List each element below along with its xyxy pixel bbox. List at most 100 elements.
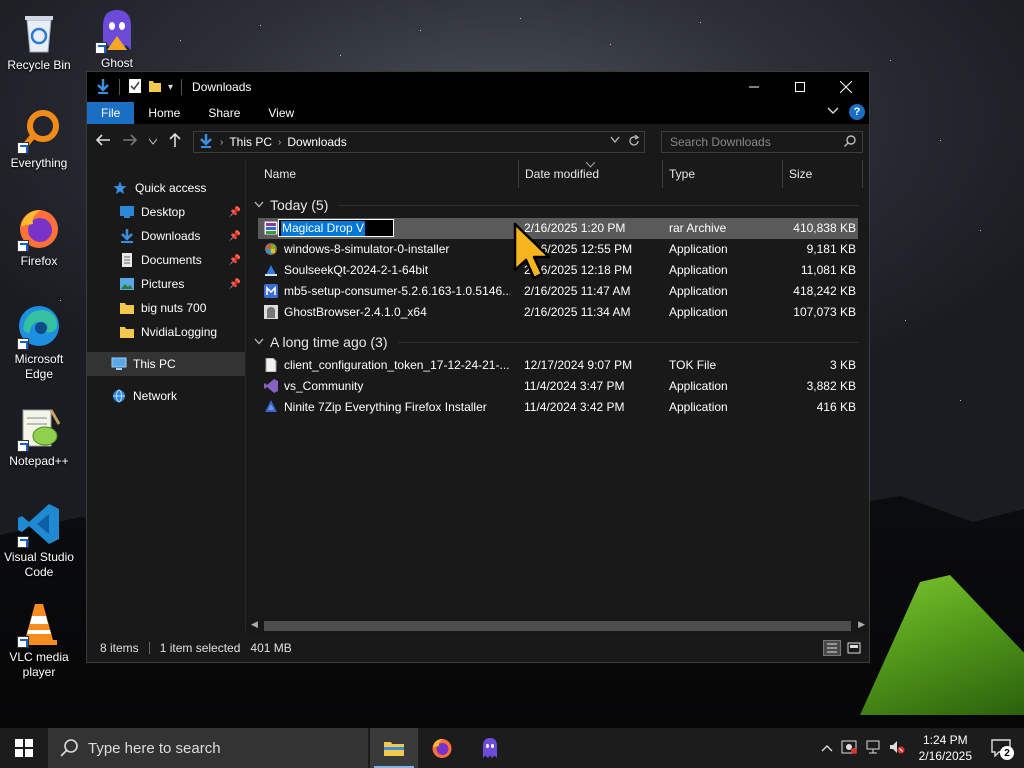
column-header-name[interactable]: Name	[264, 167, 296, 181]
column-header-size[interactable]: Size	[789, 167, 812, 181]
file-row[interactable]: client_configuration_token_17-12-24-21-.…	[258, 355, 858, 376]
ghost-browser-icon	[483, 738, 497, 758]
tab-view[interactable]: View	[254, 102, 308, 124]
scrollbar-thumb[interactable]	[264, 621, 851, 631]
file-row-magical-drop-v[interactable]: Magical Drop V 2/16/2025 1:20 PM rar Arc…	[258, 218, 858, 239]
file-date: 2/16/2025 11:34 AM	[524, 305, 631, 319]
scroll-right-icon[interactable]: ▶	[858, 619, 865, 630]
tab-home[interactable]: Home	[134, 102, 194, 124]
nav-item-pictures[interactable]: Pictures 📌	[87, 272, 245, 296]
properties-icon[interactable]	[128, 78, 142, 97]
title-bar[interactable]: ▾ Downloads	[87, 72, 869, 102]
scroll-left-icon[interactable]: ◀	[251, 619, 258, 630]
column-divider[interactable]	[518, 160, 519, 188]
group-header-a-long-time-ago[interactable]: A long time ago (3)	[246, 329, 869, 355]
search-box[interactable]: Search Downloads	[660, 131, 863, 153]
large-icons-view-icon[interactable]	[845, 640, 863, 656]
nav-item-desktop[interactable]: Desktop 📌	[87, 200, 245, 224]
taskbar-file-explorer[interactable]	[370, 728, 418, 768]
edge-icon	[15, 302, 63, 350]
desktop-icon-vscode[interactable]: Visual Studio Code	[0, 500, 78, 580]
close-button[interactable]	[823, 72, 869, 102]
column-divider[interactable]	[862, 160, 863, 188]
desktop-icon-label: Recycle Bin	[7, 58, 71, 72]
new-folder-icon[interactable]	[148, 78, 162, 97]
maximize-button[interactable]	[777, 72, 823, 102]
help-icon[interactable]: ?	[849, 104, 865, 120]
nav-item-downloads[interactable]: Downloads 📌	[87, 224, 245, 248]
column-header-type[interactable]: Type	[669, 167, 695, 181]
desktop-icon-firefox[interactable]: Firefox	[0, 204, 78, 269]
taskbar-search-input[interactable]: Type here to search	[88, 740, 221, 757]
rename-field[interactable]: Magical Drop V	[278, 219, 394, 237]
column-header-date[interactable]: Date modified	[525, 167, 599, 181]
nav-item-label: Pictures	[141, 277, 185, 291]
file-row[interactable]: GhostBrowser-2.4.1.0_x64 2/16/2025 11:34…	[258, 302, 858, 323]
address-history-chevron-icon[interactable]	[610, 135, 620, 150]
details-view-icon[interactable]	[823, 640, 841, 656]
up-button[interactable]	[166, 132, 185, 152]
search-icon	[60, 739, 78, 757]
refresh-icon[interactable]	[628, 134, 640, 150]
desktop-icon-vlc[interactable]: VLC media player	[0, 600, 78, 680]
tray-app-icon[interactable]	[841, 740, 857, 757]
forward-button[interactable]	[120, 133, 139, 151]
action-center-button[interactable]: 2	[986, 728, 1016, 768]
taskbar-search-box[interactable]: Type here to search	[48, 728, 368, 768]
column-divider[interactable]	[662, 160, 663, 188]
nav-item-network[interactable]: Network	[87, 384, 245, 408]
taskbar-firefox[interactable]	[418, 728, 466, 768]
expand-ribbon-chevron-icon[interactable]	[827, 106, 839, 118]
file-row[interactable]: Ninite 7Zip Everything Firefox Installer…	[258, 397, 858, 418]
file-name: vs_Community	[284, 379, 364, 393]
taskbar-ghost-browser[interactable]	[466, 728, 514, 768]
start-button[interactable]	[0, 728, 48, 768]
minimize-button[interactable]	[731, 72, 777, 102]
nav-item-big-nuts-700[interactable]: big nuts 700	[87, 296, 245, 320]
show-hidden-icons-chevron-icon[interactable]	[821, 741, 833, 755]
desktop-icon-recycle-bin[interactable]: Recycle Bin	[0, 8, 78, 73]
desktop-icon-ghost[interactable]: Ghost	[78, 6, 156, 71]
group-header-today[interactable]: Today (5)	[246, 192, 869, 218]
tab-file[interactable]: File	[87, 102, 135, 124]
toolbar-divider	[119, 79, 120, 95]
nav-item-label: This PC	[133, 357, 176, 371]
downloads-folder-icon	[119, 229, 135, 243]
desktop-icon-everything[interactable]: Everything	[0, 106, 78, 171]
rename-input[interactable]: Magical Drop V	[281, 221, 366, 236]
desktop-icon-label: Notepad++	[9, 454, 69, 468]
breadcrumb-this-pc[interactable]: This PC	[229, 135, 272, 149]
file-row[interactable]: mb5-setup-consumer-5.2.6.163-1.0.5146...…	[258, 281, 858, 302]
tab-share[interactable]: Share	[194, 102, 254, 124]
file-explorer-icon	[384, 742, 404, 756]
search-input[interactable]: Search Downloads	[670, 135, 771, 149]
customize-toolbar-chevron-icon[interactable]: ▾	[168, 82, 173, 93]
selection-count: 1 item selected	[159, 641, 241, 655]
horizontal-scrollbar[interactable]: ◀ ▶	[246, 618, 869, 634]
nav-item-label: NvidiaLogging	[141, 325, 218, 339]
nav-item-nvidialogging[interactable]: NvidiaLogging	[87, 320, 245, 344]
desktop-icon-notepadpp[interactable]: Notepad++	[0, 404, 78, 469]
nav-quick-access[interactable]: Quick access	[87, 176, 245, 200]
back-button[interactable]	[93, 133, 112, 151]
pin-icon: 📌	[228, 254, 241, 266]
file-name: client_configuration_token_17-12-24-21-.…	[284, 358, 510, 372]
item-count: 8 items	[100, 641, 139, 655]
network-status-icon[interactable]	[865, 740, 881, 757]
file-row[interactable]: SoulseekQt-2024-2-1-64bit 2/16/2025 12:1…	[258, 260, 858, 281]
file-type: Application	[669, 242, 728, 256]
nav-item-documents[interactable]: Documents 📌	[87, 248, 245, 272]
desktop-icon-edge[interactable]: Microsoft Edge	[0, 302, 78, 382]
file-row[interactable]: vs_Community 11/4/2024 3:47 PM Applicati…	[258, 376, 858, 397]
address-bar[interactable]: › This PC › Downloads	[192, 131, 645, 153]
rar-archive-icon	[263, 220, 279, 236]
file-row[interactable]: windows-8-simulator-0-installer 2/16/202…	[258, 239, 858, 260]
column-divider[interactable]	[782, 160, 783, 188]
volume-muted-icon[interactable]	[889, 740, 905, 757]
recent-locations-button[interactable]	[148, 137, 158, 147]
breadcrumb-downloads[interactable]: Downloads	[287, 135, 346, 149]
mouse-cursor-icon	[512, 222, 552, 280]
quick-access-toolbar: ▾	[87, 78, 184, 97]
system-clock[interactable]: 1:24 PM 2/16/2025	[919, 732, 972, 764]
nav-item-this-pc[interactable]: This PC	[87, 352, 245, 376]
